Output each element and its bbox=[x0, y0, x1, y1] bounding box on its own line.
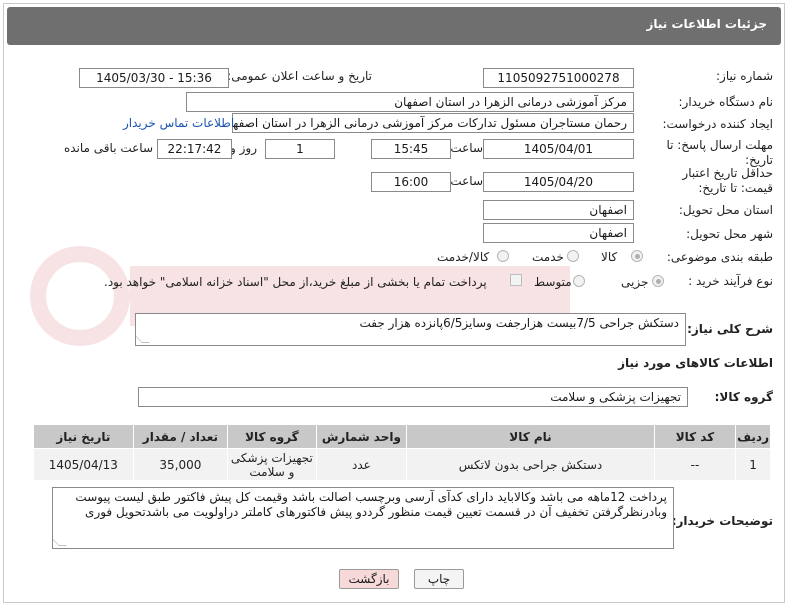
column-header: تاریخ نیاز bbox=[33, 424, 134, 449]
row-number-cell: 1 bbox=[735, 448, 771, 481]
column-header: نام کالا bbox=[406, 424, 655, 449]
buyer-org-label: نام دستگاه خریدار: bbox=[678, 95, 774, 109]
summary-text: دستکش جراحی 7/5بیست هزارجفت وسایز6/5پانز… bbox=[359, 316, 679, 330]
remaining-time-field: 22:17:42 bbox=[157, 139, 232, 159]
delivery-city-field: اصفهان bbox=[483, 223, 634, 243]
category-option-goods: کالا bbox=[601, 250, 618, 264]
goods-group-field: تجهیزات پزشکی و سلامت bbox=[138, 387, 688, 407]
process-option-minor: جزیی bbox=[621, 275, 649, 289]
buyer-contact-link[interactable]: اطلاعات تماس خریدار bbox=[123, 116, 234, 130]
price-validity-date: 1405/04/20 bbox=[483, 172, 634, 192]
reply-time-label: ساعت bbox=[450, 141, 483, 155]
resize-handle-icon[interactable] bbox=[136, 335, 150, 343]
buyer-notes-label: توضیحات خریدار: bbox=[671, 514, 773, 528]
remaining-time-label: ساعت باقی مانده bbox=[63, 141, 153, 155]
buyer-notes-field: پرداخت 12ماهه می باشد وکالاباید دارای کد… bbox=[52, 487, 674, 549]
item-code-cell: -- bbox=[653, 448, 737, 481]
unit-cell: عدد bbox=[315, 448, 408, 481]
delivery-province-label: استان محل تحویل: bbox=[678, 203, 773, 217]
process-radio-minor[interactable] bbox=[652, 275, 664, 287]
goods-group-cell: تجهیزات پزشکی و سلامت bbox=[227, 448, 317, 481]
category-radio-goods[interactable] bbox=[631, 250, 643, 262]
goods-table: ردیف کد کالا نام کالا واحد شمارش گروه کا… bbox=[33, 424, 771, 481]
need-number-label: شماره نیاز: bbox=[716, 69, 773, 83]
reply-deadline-time: 15:45 bbox=[371, 139, 451, 159]
announce-datetime-field: 1405/03/30 - 15:36 bbox=[79, 68, 229, 88]
column-header: واحد شمارش bbox=[315, 424, 408, 449]
treasury-payment-note: پرداخت تمام یا بخشی از مبلغ خرید،از محل … bbox=[104, 275, 487, 289]
reply-deadline-label: مهلت ارسال پاسخ: تا تاریخ: bbox=[666, 138, 773, 167]
goods-section-title: اطلاعات کالاهای مورد نیاز bbox=[618, 356, 773, 370]
process-type-label: نوع فرآیند خرید : bbox=[688, 274, 773, 288]
column-header: گروه کالا bbox=[227, 424, 317, 449]
announce-datetime-label: تاریخ و ساعت اعلان عمومی: bbox=[227, 69, 372, 83]
back-button[interactable]: بازگشت bbox=[339, 569, 399, 589]
resize-handle-icon[interactable] bbox=[53, 538, 67, 546]
treasury-payment-checkbox[interactable] bbox=[510, 274, 522, 286]
price-validity-label: حداقل تاریخ اعتبار قیمت: تا تاریخ: bbox=[682, 166, 773, 195]
buyer-notes-text: پرداخت 12ماهه می باشد وکالاباید دارای کد… bbox=[75, 490, 667, 519]
category-radio-goods-service[interactable] bbox=[497, 250, 509, 262]
category-option-service: خدمت bbox=[532, 250, 564, 264]
buyer-org-field: مرکز آموزشی درمانی الزهرا در استان اصفها… bbox=[186, 92, 634, 112]
table-row[interactable]: 1 -- دستکش جراحی بدون لاتکس عدد تجهیزات … bbox=[33, 448, 771, 481]
category-radio-service[interactable] bbox=[567, 250, 579, 262]
category-label: طبقه بندی موضوعی: bbox=[666, 250, 773, 264]
table-header-row: ردیف کد کالا نام کالا واحد شمارش گروه کا… bbox=[33, 424, 771, 449]
price-time-label: ساعت bbox=[450, 174, 483, 188]
quantity-cell: 35,000 bbox=[132, 448, 229, 481]
process-option-medium: متوسط bbox=[534, 275, 572, 289]
requester-field: رحمان مستاجران مسئول تدارکات مرکز آموزشی… bbox=[232, 113, 634, 133]
process-radio-medium[interactable] bbox=[573, 275, 585, 287]
delivery-city-label: شهر محل تحویل: bbox=[686, 227, 773, 241]
reply-days-label: روز و bbox=[230, 141, 257, 155]
need-date-cell: 1405/04/13 bbox=[33, 448, 134, 481]
reply-days-field: 1 bbox=[265, 139, 335, 159]
price-validity-time: 16:00 bbox=[371, 172, 451, 192]
column-header: کد کالا bbox=[653, 424, 737, 449]
delivery-province-field: اصفهان bbox=[483, 200, 634, 220]
item-name-cell: دستکش جراحی بدون لاتکس bbox=[406, 448, 655, 481]
requester-label: ایجاد کننده درخواست: bbox=[662, 117, 773, 131]
column-header: تعداد / مقدار bbox=[132, 424, 229, 449]
reply-deadline-date: 1405/04/01 bbox=[483, 139, 634, 159]
category-option-goods-service: کالا/خدمت bbox=[437, 250, 490, 264]
summary-label: شرح کلی نیاز: bbox=[687, 322, 773, 336]
goods-group-label: گروه کالا: bbox=[714, 390, 773, 404]
column-header: ردیف bbox=[735, 424, 771, 449]
print-button[interactable]: چاپ bbox=[414, 569, 464, 589]
need-number-field: 1105092751000278 bbox=[483, 68, 634, 88]
summary-field: دستکش جراحی 7/5بیست هزارجفت وسایز6/5پانز… bbox=[135, 313, 686, 346]
